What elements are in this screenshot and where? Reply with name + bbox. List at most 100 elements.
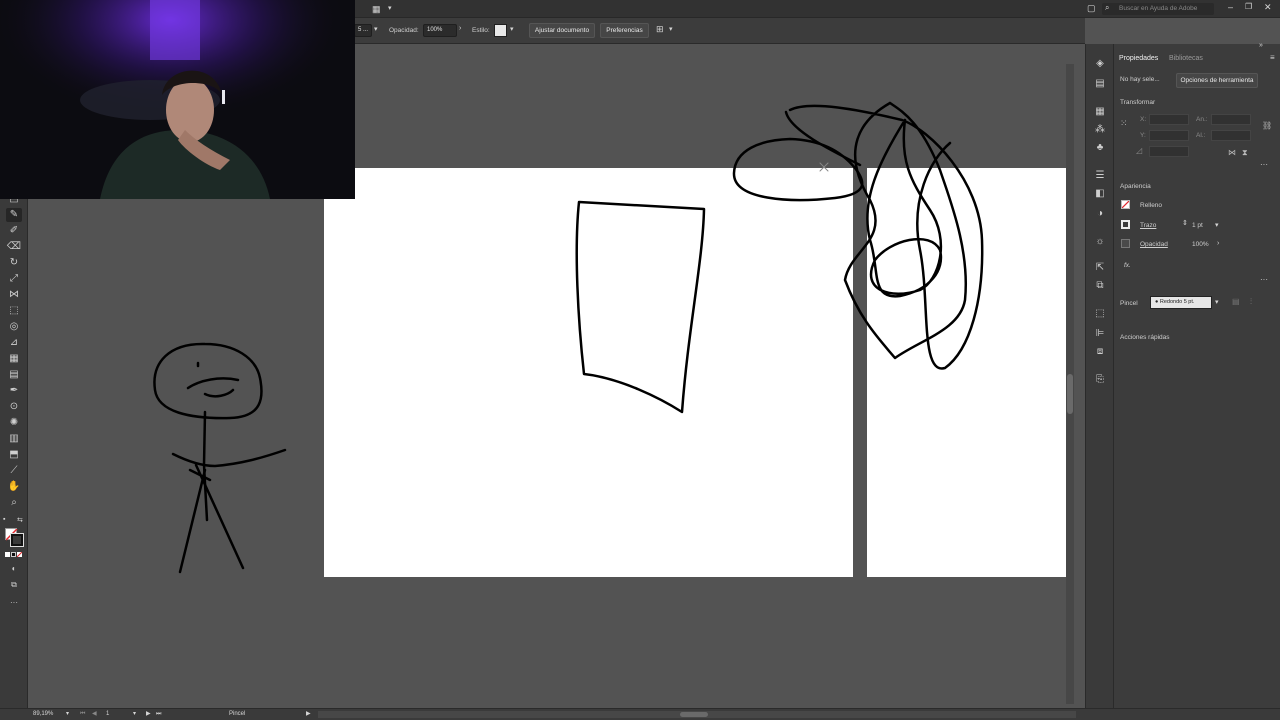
align-panel-icon[interactable]: ⊫ (1093, 328, 1107, 340)
x-field[interactable] (1149, 114, 1189, 125)
reference-point-icon[interactable]: ⁙ (1120, 118, 1128, 129)
brush-options-icon[interactable]: ⫶ (1250, 297, 1252, 307)
brush-select[interactable]: ● Redondo 5 pt. (1150, 296, 1212, 309)
restore-icon[interactable]: ❐ (1245, 2, 1252, 11)
swatches-panel-icon[interactable]: ⁂ (1093, 124, 1107, 136)
rotate-icon[interactable]: ◿ (1136, 146, 1142, 155)
artboards-panel-icon[interactable]: ⧉ (1093, 280, 1107, 292)
stroke-swatch[interactable] (1121, 220, 1130, 229)
horizontal-scroll-thumb[interactable] (680, 712, 708, 717)
perspective-grid-icon[interactable]: ⊿ (6, 336, 22, 350)
opacity-label[interactable]: Opacidad: (389, 26, 419, 36)
minimize-icon[interactable]: – (1228, 2, 1233, 12)
links-panel-icon[interactable]: ⎘ (1093, 374, 1107, 386)
align-icon[interactable]: ⊞ (656, 24, 664, 35)
chevron-down-icon[interactable]: ▾ (374, 25, 378, 33)
first-artboard-icon[interactable]: ⏮ (80, 709, 85, 720)
tab-libraries[interactable]: Bibliotecas (1169, 52, 1203, 66)
vertical-scroll-thumb[interactable] (1067, 374, 1073, 414)
eyedropper-icon[interactable]: ✒ (6, 384, 22, 398)
tool-options-button[interactable]: Opciones de herramienta (1176, 73, 1258, 88)
search-box[interactable]: ⌕ Buscar en Ayuda de Adobe (1102, 3, 1214, 15)
close-icon[interactable]: ✕ (1264, 2, 1272, 13)
transform-panel-icon[interactable]: ⬚ (1093, 308, 1107, 320)
free-transform-icon[interactable]: ⬚ (6, 304, 22, 318)
flip-vertical-icon[interactable]: ⧗ (1242, 148, 1248, 158)
gradient-tool-icon[interactable]: ▤ (6, 368, 22, 382)
fill-swatch[interactable] (1121, 200, 1130, 209)
brushes-library-icon[interactable]: ▤ (1232, 297, 1240, 306)
hand-tool-icon[interactable]: ✋ (6, 480, 22, 494)
column-graph-icon[interactable]: ▥ (6, 432, 22, 446)
status-menu-icon[interactable]: ▶ (306, 709, 311, 720)
swap-colors-icon[interactable]: ⇆ (17, 516, 23, 524)
stroke-weight-value[interactable]: 1 pt (1192, 222, 1203, 229)
horizontal-scrollbar[interactable] (318, 711, 1076, 718)
symbol-sprayer-icon[interactable]: ✺ (6, 416, 22, 430)
collapse-panel-icon[interactable]: » (1259, 42, 1263, 49)
rotate-tool-icon[interactable]: ↻ (6, 256, 22, 270)
chevron-right-icon[interactable]: › (1217, 240, 1219, 247)
rotation-field[interactable] (1149, 146, 1189, 157)
chevron-down-icon[interactable]: ▾ (1215, 221, 1219, 229)
none-mode-icon[interactable] (16, 551, 23, 558)
tab-properties[interactable]: Propiedades (1119, 52, 1158, 66)
paintbrush-tool-icon[interactable]: ✎ (6, 208, 22, 222)
zoom-value[interactable]: 89,19% (33, 709, 53, 720)
chevron-right-icon[interactable]: › (459, 25, 461, 32)
width-tool-icon[interactable]: ⋈ (6, 288, 22, 302)
fx-label[interactable]: fx. (1124, 262, 1131, 269)
default-colors-icon[interactable]: ▪ (3, 516, 5, 523)
stepper-icon[interactable]: ⇕ (1182, 219, 1188, 227)
chevron-down-icon[interactable]: ▾ (133, 709, 136, 720)
stroke-label[interactable]: Trazo (1140, 222, 1156, 229)
symbols-panel-icon[interactable]: ♣ (1093, 142, 1107, 154)
previous-artboard-icon[interactable]: ◀ (92, 709, 97, 720)
blend-tool-icon[interactable]: ⊙ (6, 400, 22, 414)
chevron-down-icon[interactable]: ▾ (669, 25, 673, 33)
color-mode-icon[interactable] (5, 552, 10, 557)
slice-tool-icon[interactable]: ⟋ (6, 464, 22, 478)
panel-menu-icon[interactable]: ≡ (1270, 53, 1275, 62)
fit-document-button[interactable]: Ajustar documento (529, 23, 595, 38)
chevron-down-icon[interactable]: ▾ (1215, 298, 1219, 306)
shape-builder-icon[interactable]: ◎ (6, 320, 22, 334)
style-swatch[interactable] (494, 24, 507, 37)
drawing-mode-icon[interactable]: ◐ (6, 562, 22, 576)
properties-panel-icon[interactable]: ◈ (1093, 58, 1107, 70)
scale-tool-icon[interactable]: ⤢ (6, 272, 22, 286)
preferences-button[interactable]: Preferencias (600, 23, 649, 38)
more-tools-icon[interactable]: ··· (6, 596, 22, 610)
y-field[interactable] (1149, 130, 1189, 141)
link-icon[interactable]: ⛓ (1262, 121, 1272, 130)
width-field[interactable] (1211, 114, 1251, 125)
height-field[interactable] (1211, 130, 1251, 141)
more-options-icon[interactable]: ··· (1260, 160, 1268, 169)
gradient-mode-icon[interactable] (11, 552, 16, 557)
transparency-panel-icon[interactable]: ◑ (1093, 208, 1107, 220)
vertical-scrollbar[interactable] (1066, 64, 1074, 704)
libraries-panel-icon[interactable]: ▤ (1093, 78, 1107, 90)
opacity-value[interactable]: 100% (1192, 241, 1209, 248)
last-artboard-icon[interactable]: ⏭ (156, 709, 161, 720)
chevron-down-icon[interactable]: ▾ (66, 709, 69, 720)
panel-icon[interactable]: ▢ (1087, 3, 1096, 14)
fill-label[interactable]: Relleno (1140, 202, 1162, 209)
gradient-panel-icon[interactable]: ◧ (1093, 188, 1107, 200)
opacity-field[interactable]: 100% (423, 24, 457, 37)
flip-horizontal-icon[interactable]: ⋈ (1228, 148, 1236, 157)
artboard-number[interactable]: 1 (106, 709, 109, 720)
zoom-tool-icon[interactable]: ⌕ (6, 496, 22, 510)
eraser-tool-icon[interactable]: ⌫ (6, 240, 22, 254)
brush-size-field[interactable]: 5 ... (354, 24, 372, 37)
arrange-documents-icon[interactable]: ▦ (372, 4, 381, 15)
stroke-swatch[interactable] (10, 533, 24, 547)
appearance-panel-icon[interactable]: ☼ (1093, 236, 1107, 248)
export-panel-icon[interactable]: ⇱ (1093, 262, 1107, 274)
mesh-tool-icon[interactable]: ▦ (6, 352, 22, 366)
chevron-down-icon[interactable]: ▾ (510, 25, 514, 33)
layers-panel-icon[interactable]: ▦ (1093, 106, 1107, 118)
more-options-icon[interactable]: ··· (1260, 275, 1268, 284)
pathfinder-panel-icon[interactable]: ⧈ (1093, 346, 1107, 358)
stroke-panel-icon[interactable]: ☰ (1093, 170, 1107, 182)
